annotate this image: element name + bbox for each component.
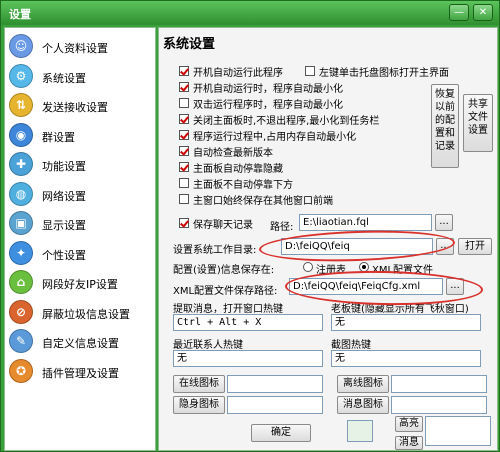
- boss-key-label: 老板键(隐藏显示所有飞秋窗口): [331, 304, 469, 315]
- xml-path-browse-button[interactable]: ...: [446, 278, 464, 295]
- block-spam-icon: ⊘: [9, 299, 33, 324]
- open-workdir-button[interactable]: 打开: [458, 238, 492, 255]
- recent-contact-hotkey-label: 最近联系人热键: [173, 340, 243, 351]
- left-click-open-checkbox[interactable]: [305, 66, 315, 76]
- sidebar-item-label: 插件管理及设置: [42, 366, 119, 380]
- sidebar-item-label: 网络设置: [42, 189, 86, 203]
- sidebar-item-label: 屏蔽垃圾信息设置: [42, 307, 130, 321]
- xml-radio[interactable]: [359, 262, 369, 272]
- autostart-checkbox[interactable]: [179, 66, 189, 76]
- hidden-icon-button[interactable]: 隐身图标: [173, 396, 225, 414]
- close-to-taskbar-checkbox[interactable]: [179, 114, 189, 124]
- settings-sidebar: ☺ 个人资料设置 ⚙ 系统设置 ⇅ 发送接收设置 ◉ 群设置 ✚ 功能设置 ◍ 网络设置 ▣ 显示设置 ✦ 个…: [4, 27, 156, 451]
- hidden-icon-preview: [227, 396, 323, 414]
- personalize-icon: ✦: [9, 240, 33, 265]
- custom-info-icon: ✎: [9, 329, 33, 353]
- sidebar-item-label: 发送接收设置: [42, 101, 108, 114]
- save-chat-log-checkbox[interactable]: [179, 218, 189, 228]
- online-icon-button[interactable]: 在线图标: [173, 375, 225, 393]
- sidebar-item-display[interactable]: ▣ 显示设置: [7, 209, 153, 237]
- check-update-checkbox[interactable]: [179, 146, 189, 156]
- sidebar-item-label: 个人资料设置: [42, 42, 108, 55]
- sidebar-item-person[interactable]: ☺ 个人资料设置: [7, 32, 153, 60]
- config-location-label: 配置(设置)信息保存在:: [173, 265, 275, 276]
- sidebar-item-function[interactable]: ✚ 功能设置: [7, 150, 153, 178]
- recent-contact-hotkey-input[interactable]: 无: [173, 350, 323, 367]
- workdir-label: 设置系统工作目录:: [173, 245, 257, 256]
- boss-key-input[interactable]: 无: [331, 314, 481, 331]
- no-dock-bottom-checkbox[interactable]: [179, 178, 189, 188]
- sidebar-item-personalize[interactable]: ✦ 个性设置: [7, 239, 153, 267]
- extract-hotkey-input[interactable]: Ctrl + Alt + X: [173, 314, 323, 331]
- xml-path-label: XML配置文件保存路径:: [173, 286, 278, 297]
- minimize-button[interactable]: —: [449, 4, 469, 21]
- log-path-browse-button[interactable]: ...: [435, 214, 453, 231]
- highlight-button[interactable]: 高亮: [395, 416, 423, 432]
- log-path-label: 路径:: [270, 222, 294, 233]
- system-icon: ⚙: [9, 63, 33, 88]
- settings-window: 设置 — ✕ ☺ 个人资料设置 ⚙ 系统设置 ⇅ 发送接收设置 ◉ 群设置 ✚ 功能设置 ◍ 网络设置…: [0, 0, 500, 452]
- sidebar-item-label: 功能设置: [42, 160, 86, 173]
- sidebar-item-custom-info[interactable]: ✎ 自定义信息设置: [7, 327, 153, 355]
- memory-minimize-checkbox[interactable]: [179, 130, 189, 140]
- sidebar-item-send-receive[interactable]: ⇅ 发送接收设置: [7, 91, 153, 119]
- sidebar-item-ip[interactable]: ⌂ 网段好友IP设置: [7, 268, 153, 296]
- window-title: 设置: [9, 8, 31, 21]
- workdir-browse-button[interactable]: ...: [436, 238, 454, 255]
- color-swatch[interactable]: [347, 420, 373, 442]
- close-button[interactable]: ✕: [473, 4, 493, 21]
- ip-icon: ⌂: [9, 270, 33, 294]
- title-bar[interactable]: 设置 — ✕: [1, 1, 499, 25]
- sidebar-item-network[interactable]: ◍ 网络设置: [7, 180, 153, 208]
- doubleclick-minimize-checkbox[interactable]: [179, 98, 189, 108]
- auto-dock-hide-checkbox[interactable]: [179, 162, 189, 172]
- share-files-button[interactable]: 共享文件设置: [463, 94, 493, 152]
- bottom-preview: [425, 416, 491, 446]
- sidebar-item-label: 显示设置: [42, 219, 86, 232]
- ok-button[interactable]: 确定: [251, 424, 311, 442]
- log-path-input[interactable]: E:\liaotian.fql: [299, 214, 432, 231]
- screenshot-hotkey-input[interactable]: 无: [331, 350, 481, 367]
- sidebar-item-system[interactable]: ⚙ 系统设置: [7, 62, 153, 90]
- page-title: 系统设置: [163, 37, 216, 52]
- sidebar-item-label: 网段好友IP设置: [42, 278, 118, 291]
- workdir-input[interactable]: D:\feiQQ\feiq: [281, 238, 433, 255]
- display-icon: ▣: [9, 211, 33, 235]
- registry-radio[interactable]: [303, 262, 313, 272]
- sidebar-item-block-spam[interactable]: ⊘ 屏蔽垃圾信息设置: [7, 298, 153, 326]
- screenshot-hotkey-label: 截图热键: [331, 340, 371, 351]
- person-icon: ☺: [9, 34, 33, 58]
- sidebar-item-label: 系统设置: [42, 71, 86, 85]
- group-icon: ◉: [9, 122, 33, 147]
- online-icon-preview: [227, 375, 323, 393]
- sidebar-item-label: 个性设置: [42, 248, 86, 262]
- system-settings-panel: 系统设置 开机自动运行此程序 左键单击托盘图标打开主界面 开机自动运行时，程序自…: [158, 27, 498, 451]
- offline-icon-button[interactable]: 离线图标: [337, 375, 389, 393]
- sidebar-item-group[interactable]: ◉ 群设置: [7, 121, 153, 149]
- message-button[interactable]: 消息: [395, 436, 423, 450]
- message-icon-preview: [391, 396, 487, 414]
- sidebar-item-label: 自定义信息设置: [42, 337, 119, 350]
- offline-icon-preview: [391, 375, 487, 393]
- always-on-top-checkbox[interactable]: [179, 194, 189, 204]
- plugin-icon: ✪: [9, 358, 33, 383]
- sidebar-item-label: 群设置: [42, 130, 75, 144]
- function-icon: ✚: [9, 152, 33, 176]
- network-icon: ◍: [9, 181, 33, 206]
- extract-hotkey-label: 提取消息，打开窗口热键: [173, 304, 283, 315]
- restore-config-button[interactable]: 恢复以前的配置和记录: [431, 84, 459, 168]
- message-icon-button[interactable]: 消息图标: [337, 396, 389, 414]
- send-receive-icon: ⇅: [9, 93, 33, 117]
- sidebar-item-plugin[interactable]: ✪ 插件管理及设置: [7, 357, 153, 385]
- xml-path-input[interactable]: D:\feiQQ\feiq\FeiqCfg.xml: [289, 278, 443, 295]
- autostart-minimized-checkbox[interactable]: [179, 82, 189, 92]
